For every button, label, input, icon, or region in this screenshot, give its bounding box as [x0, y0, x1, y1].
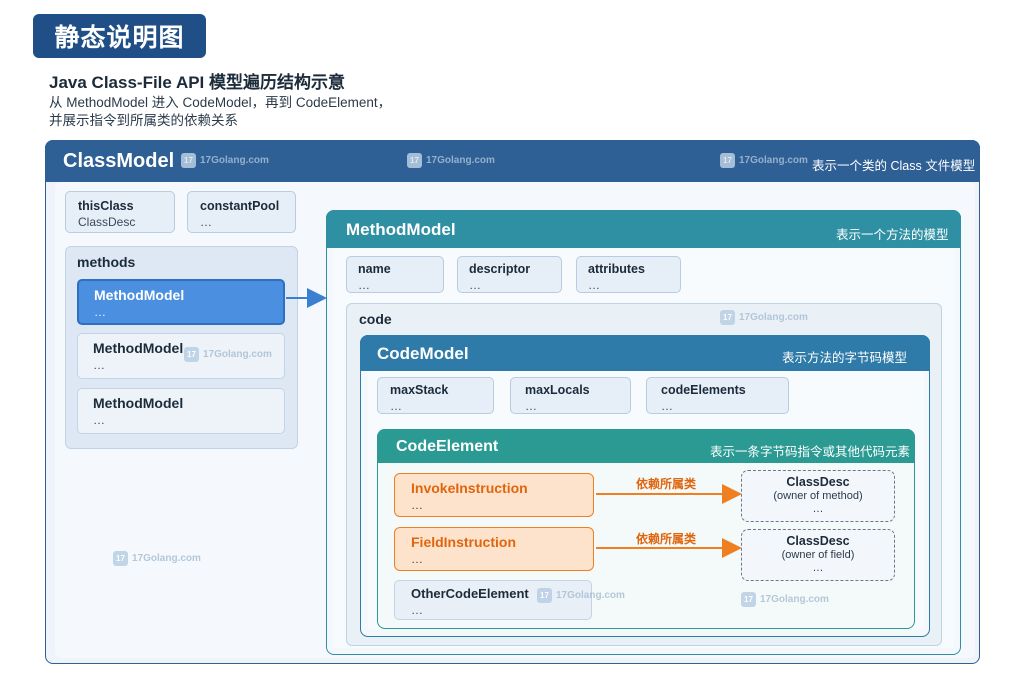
watermark-logo-icon: 17 — [720, 310, 735, 325]
connector-arrows — [286, 288, 742, 558]
watermark: 17 17Golang.com — [720, 310, 808, 325]
watermark-logo-icon: 17 — [407, 153, 422, 168]
watermark: 17 17Golang.com — [184, 347, 272, 362]
watermark-logo-icon: 17 — [181, 153, 196, 168]
watermark: 17 17Golang.com — [537, 588, 625, 603]
watermark-logo-icon: 17 — [720, 153, 735, 168]
watermark: 17 17Golang.com — [181, 153, 269, 168]
watermark-logo-icon: 17 — [741, 592, 756, 607]
watermark-logo-icon: 17 — [113, 551, 128, 566]
watermark-logo-icon: 17 — [184, 347, 199, 362]
watermark: 17 17Golang.com — [113, 551, 201, 566]
watermark: 17 17Golang.com — [407, 153, 495, 168]
watermark: 17 17Golang.com — [720, 153, 808, 168]
watermark: 17 17Golang.com — [741, 592, 829, 607]
watermark-logo-icon: 17 — [537, 588, 552, 603]
